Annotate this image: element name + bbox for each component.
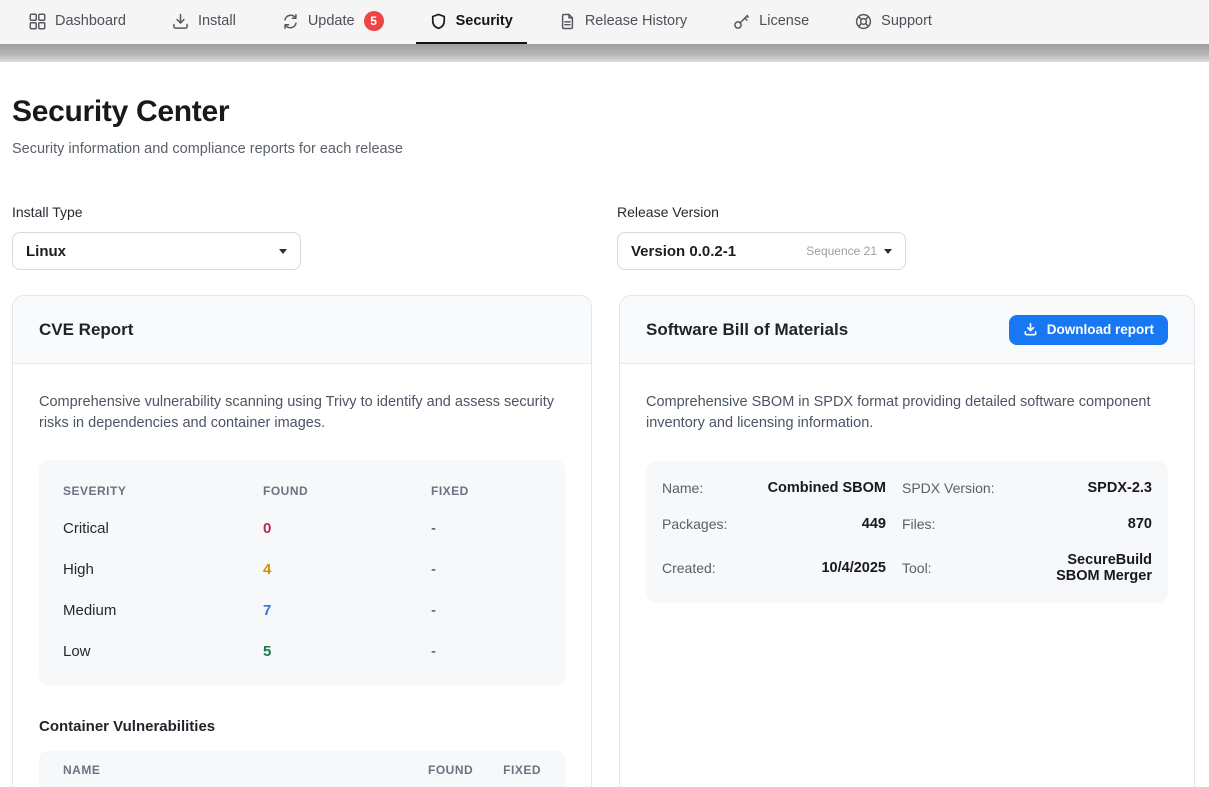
table-row-low: Low 5 -	[63, 631, 541, 672]
key-icon	[733, 13, 750, 30]
severity-table-header: SEVERITY FOUND FIXED	[63, 473, 541, 508]
dashboard-grid-icon	[29, 13, 46, 30]
sbom-card-title: Software Bill of Materials	[646, 320, 848, 340]
col-fixed: FIXED	[503, 763, 541, 777]
table-row-critical: Critical 0 -	[63, 508, 541, 549]
sbom-spdx-value: SPDX-2.3	[1024, 470, 1152, 506]
nav-item-support[interactable]: Support	[841, 0, 946, 44]
nav-label: Security	[456, 13, 513, 29]
download-report-button[interactable]: Download report	[1009, 315, 1168, 345]
download-icon	[172, 13, 189, 30]
shield-icon	[430, 13, 447, 30]
main-content: Security Center Security information and…	[0, 95, 1209, 787]
col-found: FOUND	[428, 763, 473, 777]
sbom-files-label: Files:	[902, 506, 1024, 542]
sbom-details: Name: Combined SBOM SPDX Version: SPDX-2…	[646, 461, 1168, 603]
fixed-count: -	[431, 643, 541, 660]
sbom-card-body: Comprehensive SBOM in SPDX format provid…	[620, 364, 1194, 787]
release-version-filter: Release Version Version 0.0.2-1 Sequence…	[617, 204, 906, 270]
col-fixed: FIXED	[431, 484, 541, 498]
sbom-packages-value: 449	[758, 506, 902, 542]
nav-shadow-divider	[0, 44, 1209, 62]
nav-label: Dashboard	[55, 13, 126, 29]
found-count: 0	[263, 520, 431, 537]
nav-item-release-history[interactable]: Release History	[545, 0, 701, 44]
sbom-tool-value: SecureBuild SBOM Merger	[1024, 542, 1152, 594]
sbom-packages-label: Packages:	[662, 506, 758, 542]
nav-label: License	[759, 13, 809, 29]
severity-name: Low	[63, 643, 263, 660]
nav-item-dashboard[interactable]: Dashboard	[15, 0, 140, 44]
page-subtitle: Security information and compliance repo…	[12, 141, 1195, 157]
cve-card-title: CVE Report	[39, 320, 133, 340]
sbom-name-label: Name:	[662, 470, 758, 506]
table-row-medium: Medium 7 -	[63, 590, 541, 631]
install-type-label: Install Type	[12, 204, 301, 220]
sequence-text: Sequence 21	[806, 244, 877, 258]
nav-label: Update	[308, 13, 355, 29]
found-count: 7	[263, 602, 431, 619]
sbom-created-label: Created:	[662, 542, 758, 594]
top-nav: Dashboard Install Update 5 Security Rele…	[0, 0, 1209, 44]
update-count-badge: 5	[364, 11, 384, 31]
fixed-count: -	[431, 561, 541, 578]
refresh-icon	[282, 13, 299, 30]
nav-label: Install	[198, 13, 236, 29]
page-title: Security Center	[12, 95, 1195, 129]
nav-item-license[interactable]: License	[719, 0, 823, 44]
severity-name: Medium	[63, 602, 263, 619]
nav-label: Release History	[585, 13, 687, 29]
severity-name: Critical	[63, 520, 263, 537]
col-name: NAME	[63, 763, 428, 777]
cve-card-body: Comprehensive vulnerability scanning usi…	[13, 364, 591, 787]
chevron-down-icon	[884, 249, 892, 254]
sbom-card-header: Software Bill of Materials Download repo…	[620, 296, 1194, 364]
lifebuoy-icon	[855, 13, 872, 30]
release-version-select[interactable]: Version 0.0.2-1 Sequence 21	[617, 232, 906, 270]
found-count: 4	[263, 561, 431, 578]
install-type-filter: Install Type Linux	[12, 204, 301, 270]
sbom-name-value: Combined SBOM	[758, 470, 902, 506]
container-table-header: NAME FOUND FIXED	[39, 751, 565, 787]
install-type-value: Linux	[26, 243, 66, 260]
nav-item-update[interactable]: Update 5	[268, 0, 398, 44]
document-icon	[559, 13, 576, 30]
cve-description: Comprehensive vulnerability scanning usi…	[39, 392, 565, 434]
sbom-card: Software Bill of Materials Download repo…	[619, 295, 1195, 787]
download-icon	[1023, 322, 1038, 337]
found-count: 5	[263, 643, 431, 660]
severity-name: High	[63, 561, 263, 578]
cve-report-card: CVE Report Comprehensive vulnerability s…	[12, 295, 592, 787]
nav-item-security[interactable]: Security	[416, 0, 527, 44]
chevron-down-icon	[279, 249, 287, 254]
sbom-tool-label: Tool:	[902, 542, 1024, 594]
sbom-created-value: 10/4/2025	[758, 542, 902, 594]
severity-table: SEVERITY FOUND FIXED Critical 0 - High 4…	[39, 460, 565, 686]
release-version-value: Version 0.0.2-1	[631, 243, 736, 260]
nav-label: Support	[881, 13, 932, 29]
col-severity: SEVERITY	[63, 484, 263, 498]
install-type-select[interactable]: Linux	[12, 232, 301, 270]
release-version-label: Release Version	[617, 204, 906, 220]
sbom-details-grid: Name: Combined SBOM SPDX Version: SPDX-2…	[662, 470, 1152, 594]
fixed-count: -	[431, 520, 541, 537]
table-row-high: High 4 -	[63, 549, 541, 590]
sbom-spdx-label: SPDX Version:	[902, 470, 1024, 506]
container-vulnerabilities-title: Container Vulnerabilities	[39, 718, 565, 735]
sbom-files-value: 870	[1024, 506, 1152, 542]
filters-row: Install Type Linux Release Version Versi…	[12, 204, 1195, 270]
cve-card-header: CVE Report	[13, 296, 591, 364]
download-report-label: Download report	[1047, 322, 1154, 337]
cards-row: CVE Report Comprehensive vulnerability s…	[12, 295, 1195, 787]
fixed-count: -	[431, 602, 541, 619]
nav-item-install[interactable]: Install	[158, 0, 250, 44]
col-found: FOUND	[263, 484, 431, 498]
sbom-description: Comprehensive SBOM in SPDX format provid…	[646, 392, 1168, 434]
